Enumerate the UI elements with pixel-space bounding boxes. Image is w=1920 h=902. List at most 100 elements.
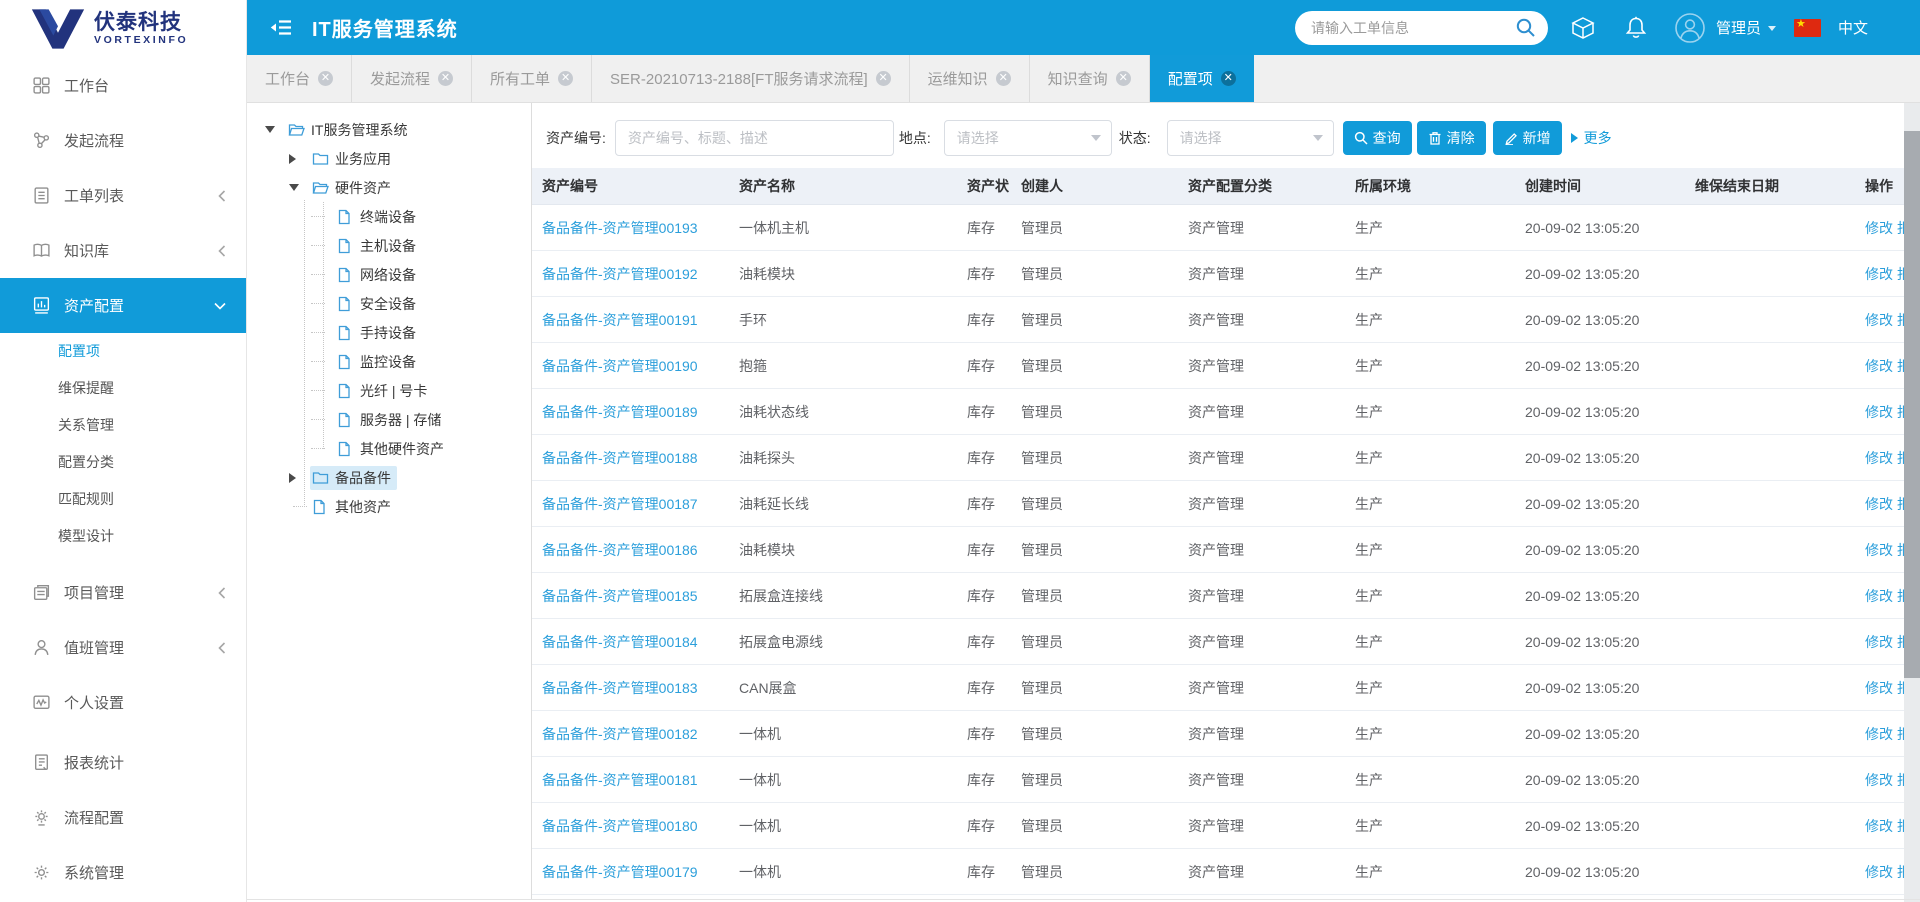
asset-code-link[interactable]: 备品备件-资产管理00179 (542, 864, 698, 880)
status-select[interactable]: 请选择 (1167, 120, 1334, 156)
clipped-op-link[interactable]: 报 (1897, 312, 1904, 328)
edit-link[interactable]: 修改 (1865, 726, 1893, 742)
tab-all-orders[interactable]: 所有工单✕ (472, 55, 592, 102)
submenu-item-config-category[interactable]: 配置分类 (0, 444, 246, 481)
tree-expand-arrow-icon[interactable] (265, 126, 277, 133)
asset-code-link[interactable]: 备品备件-资产管理00184 (542, 634, 698, 650)
table-row[interactable]: 备品备件-资产管理00189油耗状态线库存管理员资产管理生产20-09-02 1… (532, 389, 1904, 435)
edit-link[interactable]: 修改 (1865, 266, 1893, 282)
table-row[interactable]: 备品备件-资产管理00179一体机库存管理员资产管理生产20-09-02 13:… (532, 849, 1904, 895)
tree-node-box[interactable]: 终端设备 (335, 205, 422, 229)
table-row[interactable]: 备品备件-资产管理00190抱箍库存管理员资产管理生产20-09-02 13:0… (532, 343, 1904, 389)
search-button[interactable]: 查询 (1343, 121, 1412, 155)
tree-node-box[interactable]: 网络设备 (335, 263, 422, 287)
edit-link[interactable]: 修改 (1865, 358, 1893, 374)
tree-node[interactable]: 其他硬件资产 (247, 434, 531, 463)
asset-code-link[interactable]: 备品备件-资产管理00182 (542, 726, 698, 742)
clipped-op-link[interactable]: 报 (1897, 818, 1904, 834)
work-order-search-input[interactable] (1295, 11, 1548, 45)
tree-node[interactable]: 手持设备 (247, 318, 531, 347)
tree-node[interactable]: 终端设备 (247, 202, 531, 231)
collapse-menu-icon[interactable] (270, 19, 292, 36)
tree-expand-arrow-icon[interactable] (289, 184, 301, 191)
tree-node-box[interactable]: IT服务管理系统 (286, 118, 413, 142)
clipped-op-link[interactable]: 报 (1897, 404, 1904, 420)
tab-close-icon[interactable]: ✕ (876, 71, 891, 86)
asset-code-link[interactable]: 备品备件-资产管理00186 (542, 542, 698, 558)
tree-node[interactable]: 网络设备 (247, 260, 531, 289)
avatar-icon[interactable] (1674, 12, 1706, 44)
scrollbar-thumb[interactable] (1904, 131, 1920, 678)
clipped-op-link[interactable]: 报 (1897, 680, 1904, 696)
clipped-op-link[interactable]: 报 (1897, 450, 1904, 466)
clipped-op-link[interactable]: 报 (1897, 726, 1904, 742)
tree-node[interactable]: 主机设备 (247, 231, 531, 260)
sidebar-item-work-order-list[interactable]: 工单列表 (0, 168, 246, 223)
tree-collapse-arrow-icon[interactable] (289, 473, 301, 483)
asset-no-input[interactable] (615, 120, 894, 156)
tree-node-box[interactable]: 安全设备 (335, 292, 422, 316)
edit-link[interactable]: 修改 (1865, 542, 1893, 558)
asset-code-link[interactable]: 备品备件-资产管理00191 (542, 312, 698, 328)
edit-link[interactable]: 修改 (1865, 404, 1893, 420)
table-row[interactable]: 备品备件-资产管理00180一体机库存管理员资产管理生产20-09-02 13:… (532, 803, 1904, 849)
table-row[interactable]: 备品备件-资产管理00188油耗探头库存管理员资产管理生产20-09-02 13… (532, 435, 1904, 481)
tree-node-box[interactable]: 监控设备 (335, 350, 422, 374)
sidebar-item-duty-mgmt[interactable]: 值班管理 (0, 620, 246, 675)
tree-node-box[interactable]: 硬件资产 (310, 176, 397, 200)
tree-node[interactable]: 安全设备 (247, 289, 531, 318)
sidebar-item-project-mgmt[interactable]: 项目管理 (0, 565, 246, 620)
table-row[interactable]: 备品备件-资产管理00181一体机库存管理员资产管理生产20-09-02 13:… (532, 757, 1904, 803)
edit-link[interactable]: 修改 (1865, 312, 1893, 328)
tree-node-box[interactable]: 业务应用 (310, 147, 397, 171)
sidebar-item-process-config[interactable]: 流程配置 (0, 790, 246, 845)
tree-node[interactable]: IT服务管理系统 (247, 115, 531, 144)
asset-code-link[interactable]: 备品备件-资产管理00189 (542, 404, 698, 420)
vertical-scrollbar[interactable] (1904, 103, 1920, 902)
add-button[interactable]: 新增 (1493, 121, 1562, 155)
location-select[interactable]: 请选择 (944, 120, 1112, 156)
china-flag-icon[interactable]: ★ (1794, 19, 1821, 37)
tree-node[interactable]: 服务器 | 存储 (247, 405, 531, 434)
tree-node[interactable]: 业务应用 (247, 144, 531, 173)
asset-code-link[interactable]: 备品备件-资产管理00192 (542, 266, 698, 282)
table-row[interactable]: 备品备件-资产管理00182一体机库存管理员资产管理生产20-09-02 13:… (532, 711, 1904, 757)
table-row[interactable]: 备品备件-资产管理00192油耗模块库存管理员资产管理生产20-09-02 13… (532, 251, 1904, 297)
table-row[interactable]: 备品备件-资产管理00183CAN展盒库存管理员资产管理生产20-09-02 1… (532, 665, 1904, 711)
table-row[interactable]: 备品备件-资产管理00186油耗模块库存管理员资产管理生产20-09-02 13… (532, 527, 1904, 573)
tree-node-box[interactable]: 光纤 | 号卡 (335, 379, 433, 403)
tab-close-icon[interactable]: ✕ (1221, 71, 1236, 86)
clear-button[interactable]: 清除 (1417, 121, 1486, 155)
username[interactable]: 管理员 (1716, 17, 1761, 38)
tab-config-item[interactable]: 配置项✕ (1150, 55, 1254, 102)
asset-code-link[interactable]: 备品备件-资产管理00181 (542, 772, 698, 788)
sidebar-item-knowledge-base[interactable]: 知识库 (0, 223, 246, 278)
asset-code-link[interactable]: 备品备件-资产管理00187 (542, 496, 698, 512)
cube-icon[interactable] (1570, 15, 1596, 41)
tree-node-box[interactable]: 服务器 | 存储 (335, 408, 447, 432)
tab-close-icon[interactable]: ✕ (996, 71, 1011, 86)
clipped-op-link[interactable]: 报 (1897, 542, 1904, 558)
asset-code-link[interactable]: 备品备件-资产管理00185 (542, 588, 698, 604)
asset-code-link[interactable]: 备品备件-资产管理00190 (542, 358, 698, 374)
clipped-op-link[interactable]: 报 (1897, 496, 1904, 512)
tab-close-icon[interactable]: ✕ (1116, 71, 1131, 86)
table-row[interactable]: 备品备件-资产管理00193一体机主机库存管理员资产管理生产20-09-02 1… (532, 205, 1904, 251)
table-row[interactable]: 备品备件-资产管理00187油耗延长线库存管理员资产管理生产20-09-02 1… (532, 481, 1904, 527)
tab-close-icon[interactable]: ✕ (558, 71, 573, 86)
tree-node[interactable]: 硬件资产 (247, 173, 531, 202)
asset-code-link[interactable]: 备品备件-资产管理00193 (542, 220, 698, 236)
edit-link[interactable]: 修改 (1865, 450, 1893, 466)
table-row[interactable]: 备品备件-资产管理00185拓展盒连接线库存管理员资产管理生产20-09-02 … (532, 573, 1904, 619)
tab-close-icon[interactable]: ✕ (438, 71, 453, 86)
edit-link[interactable]: 修改 (1865, 772, 1893, 788)
edit-link[interactable]: 修改 (1865, 680, 1893, 696)
tab-close-icon[interactable]: ✕ (318, 71, 333, 86)
sidebar-item-asset-config[interactable]: 资产配置 (0, 278, 246, 333)
tree-node[interactable]: 备品备件 (247, 463, 531, 492)
tree-node-box[interactable]: 其他资产 (310, 495, 397, 519)
tree-node[interactable]: 监控设备 (247, 347, 531, 376)
bell-icon[interactable] (1624, 15, 1648, 41)
language-switcher[interactable]: 中文 (1838, 17, 1868, 38)
tree-node-box[interactable]: 主机设备 (335, 234, 422, 258)
